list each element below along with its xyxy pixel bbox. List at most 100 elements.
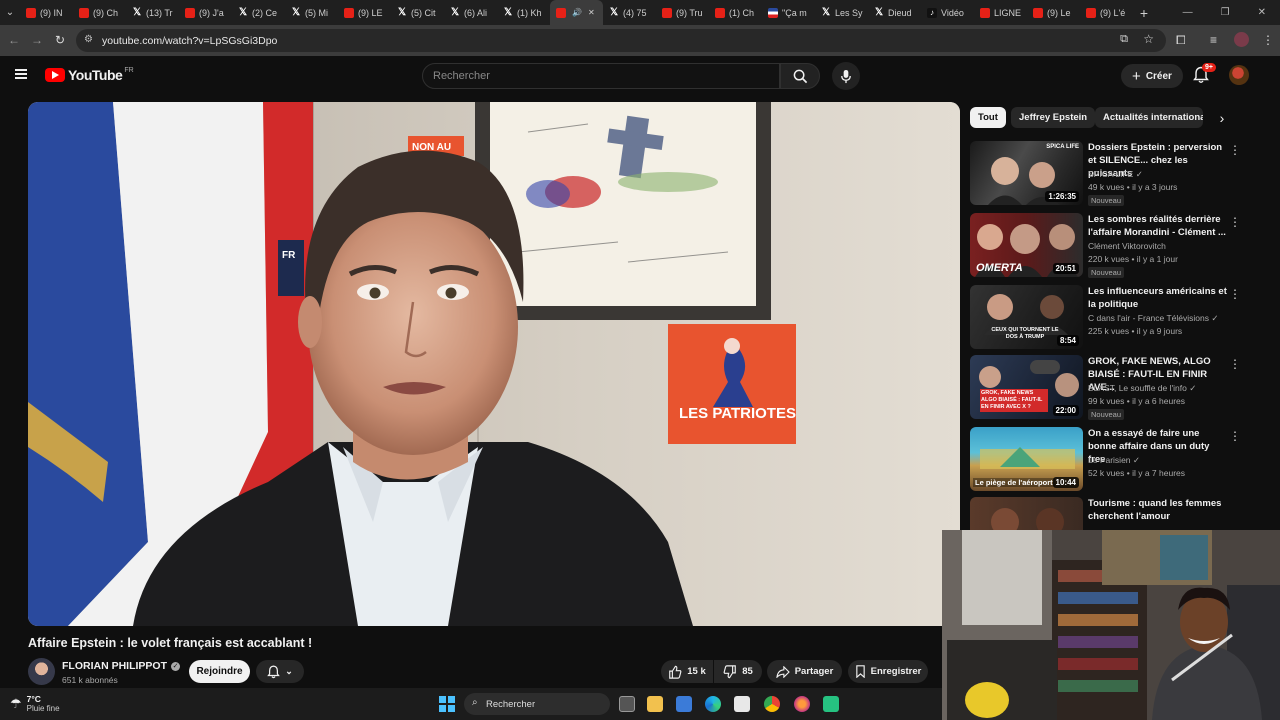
store-bag-icon[interactable] (734, 696, 750, 712)
video-thumbnail[interactable]: SPICA LIFE 1:26:35 (970, 141, 1083, 205)
search-button[interactable] (780, 63, 820, 89)
channel-name-row[interactable]: FLORIAN PHILIPPOT ✓ (62, 660, 180, 672)
recommendation-item[interactable]: GROK, FAKE NEWS ALGO BIAISÉ : FAUT-IL EN… (970, 355, 1245, 421)
more-options-icon[interactable]: ⋮ (1229, 287, 1241, 301)
share-button[interactable]: Partager (767, 660, 842, 683)
rec-channel[interactable]: SPICA LIFE ✓ (1088, 169, 1143, 180)
hamburger-menu-icon[interactable] (15, 69, 27, 79)
save-button[interactable]: Enregistrer (848, 660, 928, 683)
reload-icon[interactable]: ↻ (55, 33, 65, 47)
rec-title[interactable]: Tourisme : quand les femmes cherchent l'… (1088, 497, 1228, 523)
account-avatar[interactable] (1229, 65, 1249, 85)
maximize-icon[interactable]: ❐ (1221, 7, 1230, 18)
address-bar[interactable]: ⚙ youtube.com/watch?v=LpSGsGi3Dpo ⧉ ☆ (76, 29, 1166, 52)
video-player[interactable]: NON AU FR LES PATRIOTES (28, 102, 960, 626)
chevron-right-icon[interactable]: › (1210, 106, 1234, 130)
join-button[interactable]: Rejoindre (189, 660, 250, 683)
chip-jeffrey-epstein[interactable]: Jeffrey Epstein (1011, 107, 1096, 128)
firefox-browser-icon[interactable] (794, 696, 810, 712)
browser-tab[interactable]: 𝕏 (2) Ce (232, 0, 285, 25)
browser-tab[interactable]: (9) J'a (179, 0, 232, 25)
browser-tab[interactable]: 𝕏 (13) Tr (126, 0, 179, 25)
browser-tab[interactable]: (9) LE (338, 0, 391, 25)
tab-search-button[interactable]: ⌄ (0, 0, 20, 25)
tab-label: (1) Ch (729, 7, 755, 18)
close-tab-icon[interactable]: ✕ (588, 8, 595, 17)
bookmark-star-icon[interactable]: ☆ (1143, 32, 1154, 46)
microsoft-store-icon[interactable] (676, 696, 692, 712)
more-options-icon[interactable]: ⋮ (1229, 215, 1241, 229)
browser-tab[interactable]: (9) L'é (1080, 0, 1133, 25)
video-thumbnail[interactable]: OMERTA 20:51 (970, 213, 1083, 277)
weather-widget[interactable]: ☂ 7°C Pluie fine (10, 694, 60, 713)
more-options-icon[interactable]: ⋮ (1229, 143, 1241, 157)
youtube-play-logo-icon (45, 68, 65, 82)
channel-avatar[interactable] (28, 658, 55, 685)
browser-tab[interactable]: 𝕏 Dieud (868, 0, 921, 25)
new-tab-button[interactable]: + (1133, 5, 1155, 21)
browser-tab[interactable]: 𝕏 (1) Kh (497, 0, 550, 25)
rec-channel[interactable]: Le Parisien ✓ (1088, 455, 1140, 466)
notification-bell-button[interactable]: ⌄ (256, 660, 304, 683)
cast-icon[interactable]: ⧉ (1120, 33, 1128, 46)
video-thumbnail[interactable] (970, 497, 1083, 530)
browser-tab[interactable]: ♪ Vidéo (921, 0, 974, 25)
taskbar-search-box[interactable]: ⌕ Rechercher (464, 693, 610, 715)
recommendation-item[interactable]: Tourisme : quand les femmes cherchent l'… (970, 497, 1245, 530)
media-icon[interactable]: ≡ (1210, 33, 1217, 47)
rec-title[interactable]: Les sombres réalités derrière l'affaire … (1088, 213, 1228, 239)
recommendation-item[interactable]: OMERTA 20:51 Les sombres réalités derriè… (970, 213, 1245, 279)
speaker-icon[interactable]: 🔊 (572, 8, 582, 17)
edge-browser-icon[interactable] (705, 696, 721, 712)
voice-search-button[interactable] (832, 62, 860, 90)
video-thumbnail[interactable]: GROK, FAKE NEWS ALGO BIAISÉ : FAUT-IL EN… (970, 355, 1083, 419)
youtube-logo-text: YouTube (68, 67, 123, 83)
file-explorer-icon[interactable] (647, 696, 663, 712)
windows-start-icon[interactable] (439, 696, 455, 712)
browser-tab[interactable]: (9) Tru (656, 0, 709, 25)
close-window-icon[interactable]: ✕ (1258, 7, 1266, 18)
forward-icon[interactable]: → (31, 33, 43, 47)
video-thumbnail[interactable]: Le piège de l'aéroport 10:44 (970, 427, 1083, 491)
profile-avatar[interactable] (1234, 32, 1249, 47)
chrome-browser-icon[interactable] (764, 696, 780, 712)
verified-icon: ✓ (1189, 383, 1197, 393)
browser-tab[interactable]: LIGNE (974, 0, 1027, 25)
task-view-icon[interactable] (619, 696, 635, 712)
browser-tab[interactable]: 𝕏 (4) 75 (603, 0, 656, 25)
rec-title[interactable]: Les influenceurs américains et la politi… (1088, 285, 1228, 311)
browser-tab[interactable]: 𝕏 (5) Mi (285, 0, 338, 25)
chip-actualites-internationales[interactable]: Actualités internationales (1095, 107, 1203, 128)
rec-channel[interactable]: Clément Viktorovitch (1088, 241, 1166, 251)
extensions-icon[interactable]: ⧠ (1176, 33, 1186, 48)
browser-tab[interactable]: (9) Le (1027, 0, 1080, 25)
notifications-button[interactable]: 9+ (1193, 63, 1216, 89)
minimize-icon[interactable]: — (1183, 7, 1193, 18)
browser-tab[interactable]: "Ça m (762, 0, 815, 25)
like-button[interactable]: 15 k (661, 660, 713, 683)
browser-tab[interactable]: (9) Ch (73, 0, 126, 25)
more-options-icon[interactable]: ⋮ (1229, 429, 1241, 443)
browser-tab[interactable]: 𝕏 (5) Cit (391, 0, 444, 25)
youtube-logo[interactable]: YouTube FR (45, 67, 134, 83)
recommendation-item[interactable]: CEUX QUI TOURNENT LE DOS À TRUMP 8:54 Le… (970, 285, 1245, 351)
create-button[interactable]: + Créer (1121, 64, 1183, 88)
browser-tab[interactable]: 𝕏 Les Sy (815, 0, 868, 25)
browser-tab[interactable]: 𝕏 (6) Ali (444, 0, 497, 25)
rec-channel[interactable]: BLAST, Le souffle de l'info ✓ (1088, 383, 1196, 394)
dislike-button[interactable]: 85 (714, 660, 762, 683)
browser-tab[interactable]: 🔊 ✕ (550, 0, 603, 25)
recommendation-item[interactable]: Le piège de l'aéroport 10:44 On a essayé… (970, 427, 1245, 493)
search-input[interactable]: Rechercher (422, 63, 780, 89)
recommendation-item[interactable]: SPICA LIFE 1:26:35 Dossiers Epstein : pe… (970, 141, 1245, 207)
more-options-icon[interactable]: ⋮ (1229, 357, 1241, 371)
back-icon[interactable]: ← (8, 33, 20, 47)
site-info-icon[interactable]: ⚙ (84, 34, 93, 45)
app-icon[interactable] (823, 696, 839, 712)
browser-tab[interactable]: (1) Ch (709, 0, 762, 25)
chip-tout[interactable]: Tout (970, 107, 1006, 128)
browser-menu-icon[interactable]: ⋮ (1262, 33, 1274, 47)
video-thumbnail[interactable]: CEUX QUI TOURNENT LE DOS À TRUMP 8:54 (970, 285, 1083, 349)
browser-tab[interactable]: (9) IN (20, 0, 73, 25)
rec-channel[interactable]: C dans l'air - France Télévisions ✓ (1088, 313, 1218, 324)
